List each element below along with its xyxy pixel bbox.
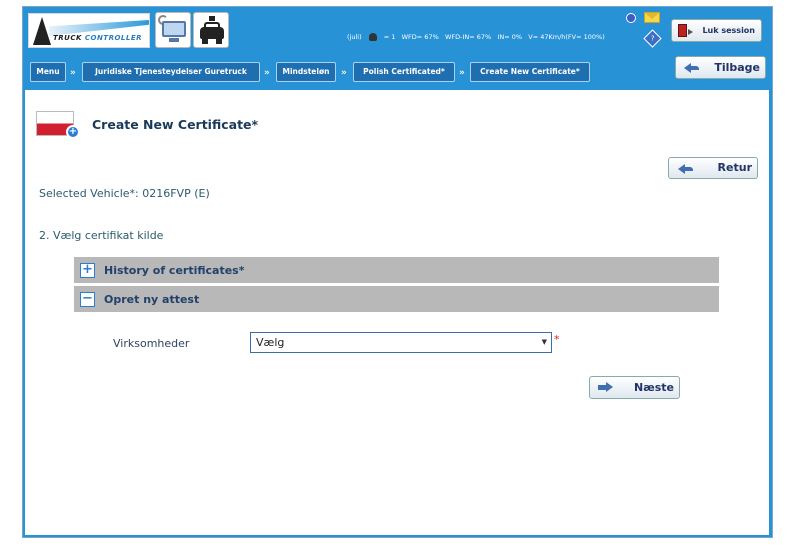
breadcrumb-separator: » (264, 68, 270, 78)
truck-controller-logo[interactable]: TRUCK CONTROLLER (28, 13, 150, 48)
info-icon[interactable] (626, 13, 636, 23)
status-wfd-in: WFD-IN= 67% (444, 33, 492, 41)
virksomheder-select[interactable]: Vælg ▼ (250, 332, 552, 353)
required-marker: * (554, 333, 560, 346)
monitor-satellite-icon[interactable] (155, 12, 191, 48)
status-driver-count: = 1 (383, 33, 396, 41)
breadcrumb-create-new-certificate[interactable]: Create New Certificate* (470, 62, 590, 82)
back-arrow-icon (684, 63, 699, 73)
retur-button[interactable]: Retur (668, 157, 758, 179)
mail-icon[interactable] (644, 12, 660, 23)
breadcrumb-menu[interactable]: Menu (30, 62, 66, 82)
status-wfd: WFD= 67% (401, 33, 439, 41)
chevron-down-icon: ▼ (541, 338, 547, 346)
add-icon: + (66, 125, 80, 139)
selected-vehicle-text: Selected Vehicle*: 0216FVP (E) (39, 187, 210, 200)
breadcrumb-juridiske[interactable]: Juridiske Tjenesteydelser Guretruck (82, 62, 260, 82)
breadcrumb-mindstelon[interactable]: Mindsteløn (276, 62, 336, 82)
monitor-screen (162, 21, 186, 37)
naeste-label: Næste (634, 381, 674, 394)
virksomheder-label: Virksomheder (113, 337, 190, 350)
police-car-icon[interactable] (193, 12, 229, 48)
logout-door-icon (678, 24, 693, 37)
car-wheel (216, 39, 222, 44)
breadcrumb-separator: » (341, 68, 347, 78)
status-speed: V= 47Km/h(FV= 100%) (528, 33, 605, 41)
car-wheel (202, 39, 208, 44)
collapse-icon[interactable]: − (80, 292, 95, 307)
monitor-base (169, 38, 179, 42)
status-in: IN= 0% (497, 33, 523, 41)
page-title: Create New Certificate* (92, 117, 259, 132)
accordion-label: History of certificates* (104, 264, 245, 277)
car-body (200, 27, 224, 39)
breadcrumb-separator: » (459, 68, 465, 78)
naeste-button[interactable]: Næste (589, 376, 680, 399)
back-arrow-icon (678, 164, 693, 174)
expand-icon[interactable]: + (80, 263, 95, 278)
tilbage-button[interactable]: Tilbage (675, 56, 766, 79)
status-bar: (juli) = 1 WFD= 67% WFD-IN= 67% IN= 0% V… (347, 33, 605, 41)
breadcrumb-polish-certificated[interactable]: Polish Certificated* (353, 62, 455, 82)
accordion-label: Opret ny attest (104, 293, 200, 306)
logo-text: TRUCK CONTROLLER (53, 34, 143, 42)
driver-icon (368, 33, 377, 41)
step-heading: 2. Vælg certifikat kilde (39, 229, 164, 242)
retur-label: Retur (717, 161, 752, 174)
road-icon (33, 17, 51, 45)
accordion-opret-ny-attest[interactable]: − Opret ny attest (74, 286, 719, 313)
siren-light (209, 16, 215, 21)
status-user: (juli) (347, 33, 362, 41)
help-glyph: ? (650, 34, 655, 42)
breadcrumb-separator: » (70, 68, 76, 78)
tilbage-label: Tilbage (714, 61, 760, 74)
accordion-history-of-certificates[interactable]: + History of certificates* (74, 257, 719, 284)
logout-label: Luk session (702, 26, 755, 35)
select-value: Vælg (256, 336, 285, 349)
logout-button[interactable]: Luk session (671, 19, 762, 42)
next-arrow-icon (598, 382, 613, 393)
